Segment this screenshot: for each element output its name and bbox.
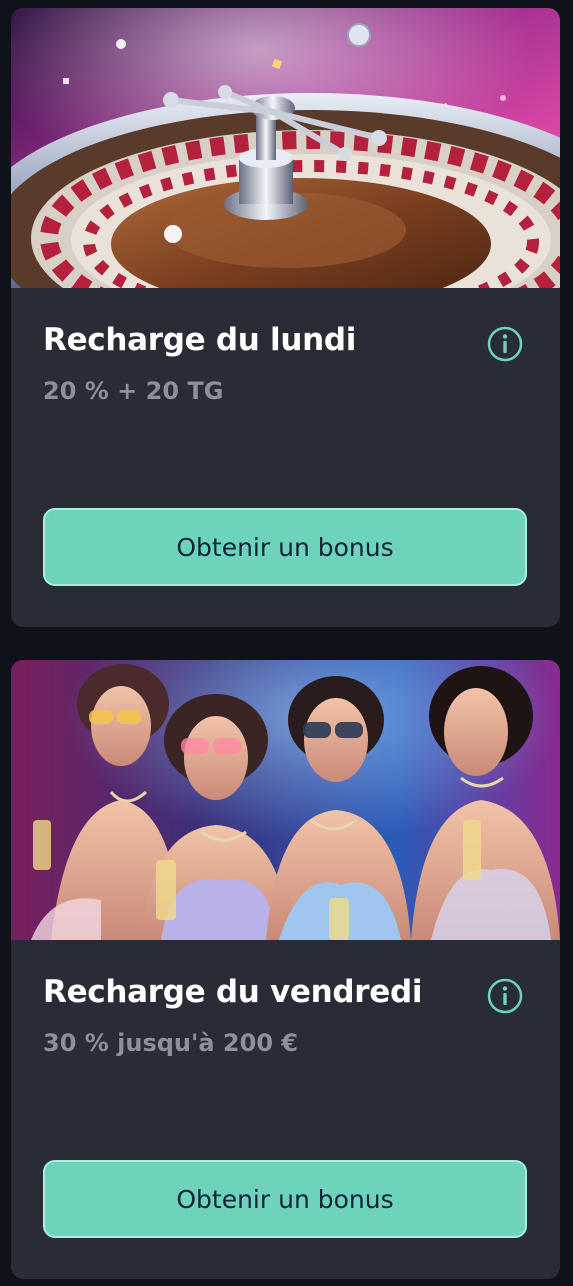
info-icon[interactable] bbox=[487, 978, 523, 1014]
offer-title: Recharge du vendredi bbox=[43, 974, 423, 1010]
offer-title: Recharge du lundi bbox=[43, 322, 357, 358]
bonus-offers-list: Recharge du lundi 20 % + 20 TG Obtenir u… bbox=[0, 0, 573, 1286]
offer-subtitle: 30 % jusqu'à 200 € bbox=[43, 1029, 299, 1057]
get-bonus-button[interactable]: Obtenir un bonus bbox=[43, 1160, 527, 1238]
party-women-image bbox=[11, 660, 560, 940]
roulette-wheel-image bbox=[11, 8, 560, 288]
offer-card-monday: Recharge du lundi 20 % + 20 TG Obtenir u… bbox=[11, 8, 560, 627]
get-bonus-button[interactable]: Obtenir un bonus bbox=[43, 508, 527, 586]
info-icon[interactable] bbox=[487, 326, 523, 362]
offer-subtitle: 20 % + 20 TG bbox=[43, 377, 224, 405]
offer-card-friday: Recharge du vendredi 30 % jusqu'à 200 € … bbox=[11, 660, 560, 1279]
